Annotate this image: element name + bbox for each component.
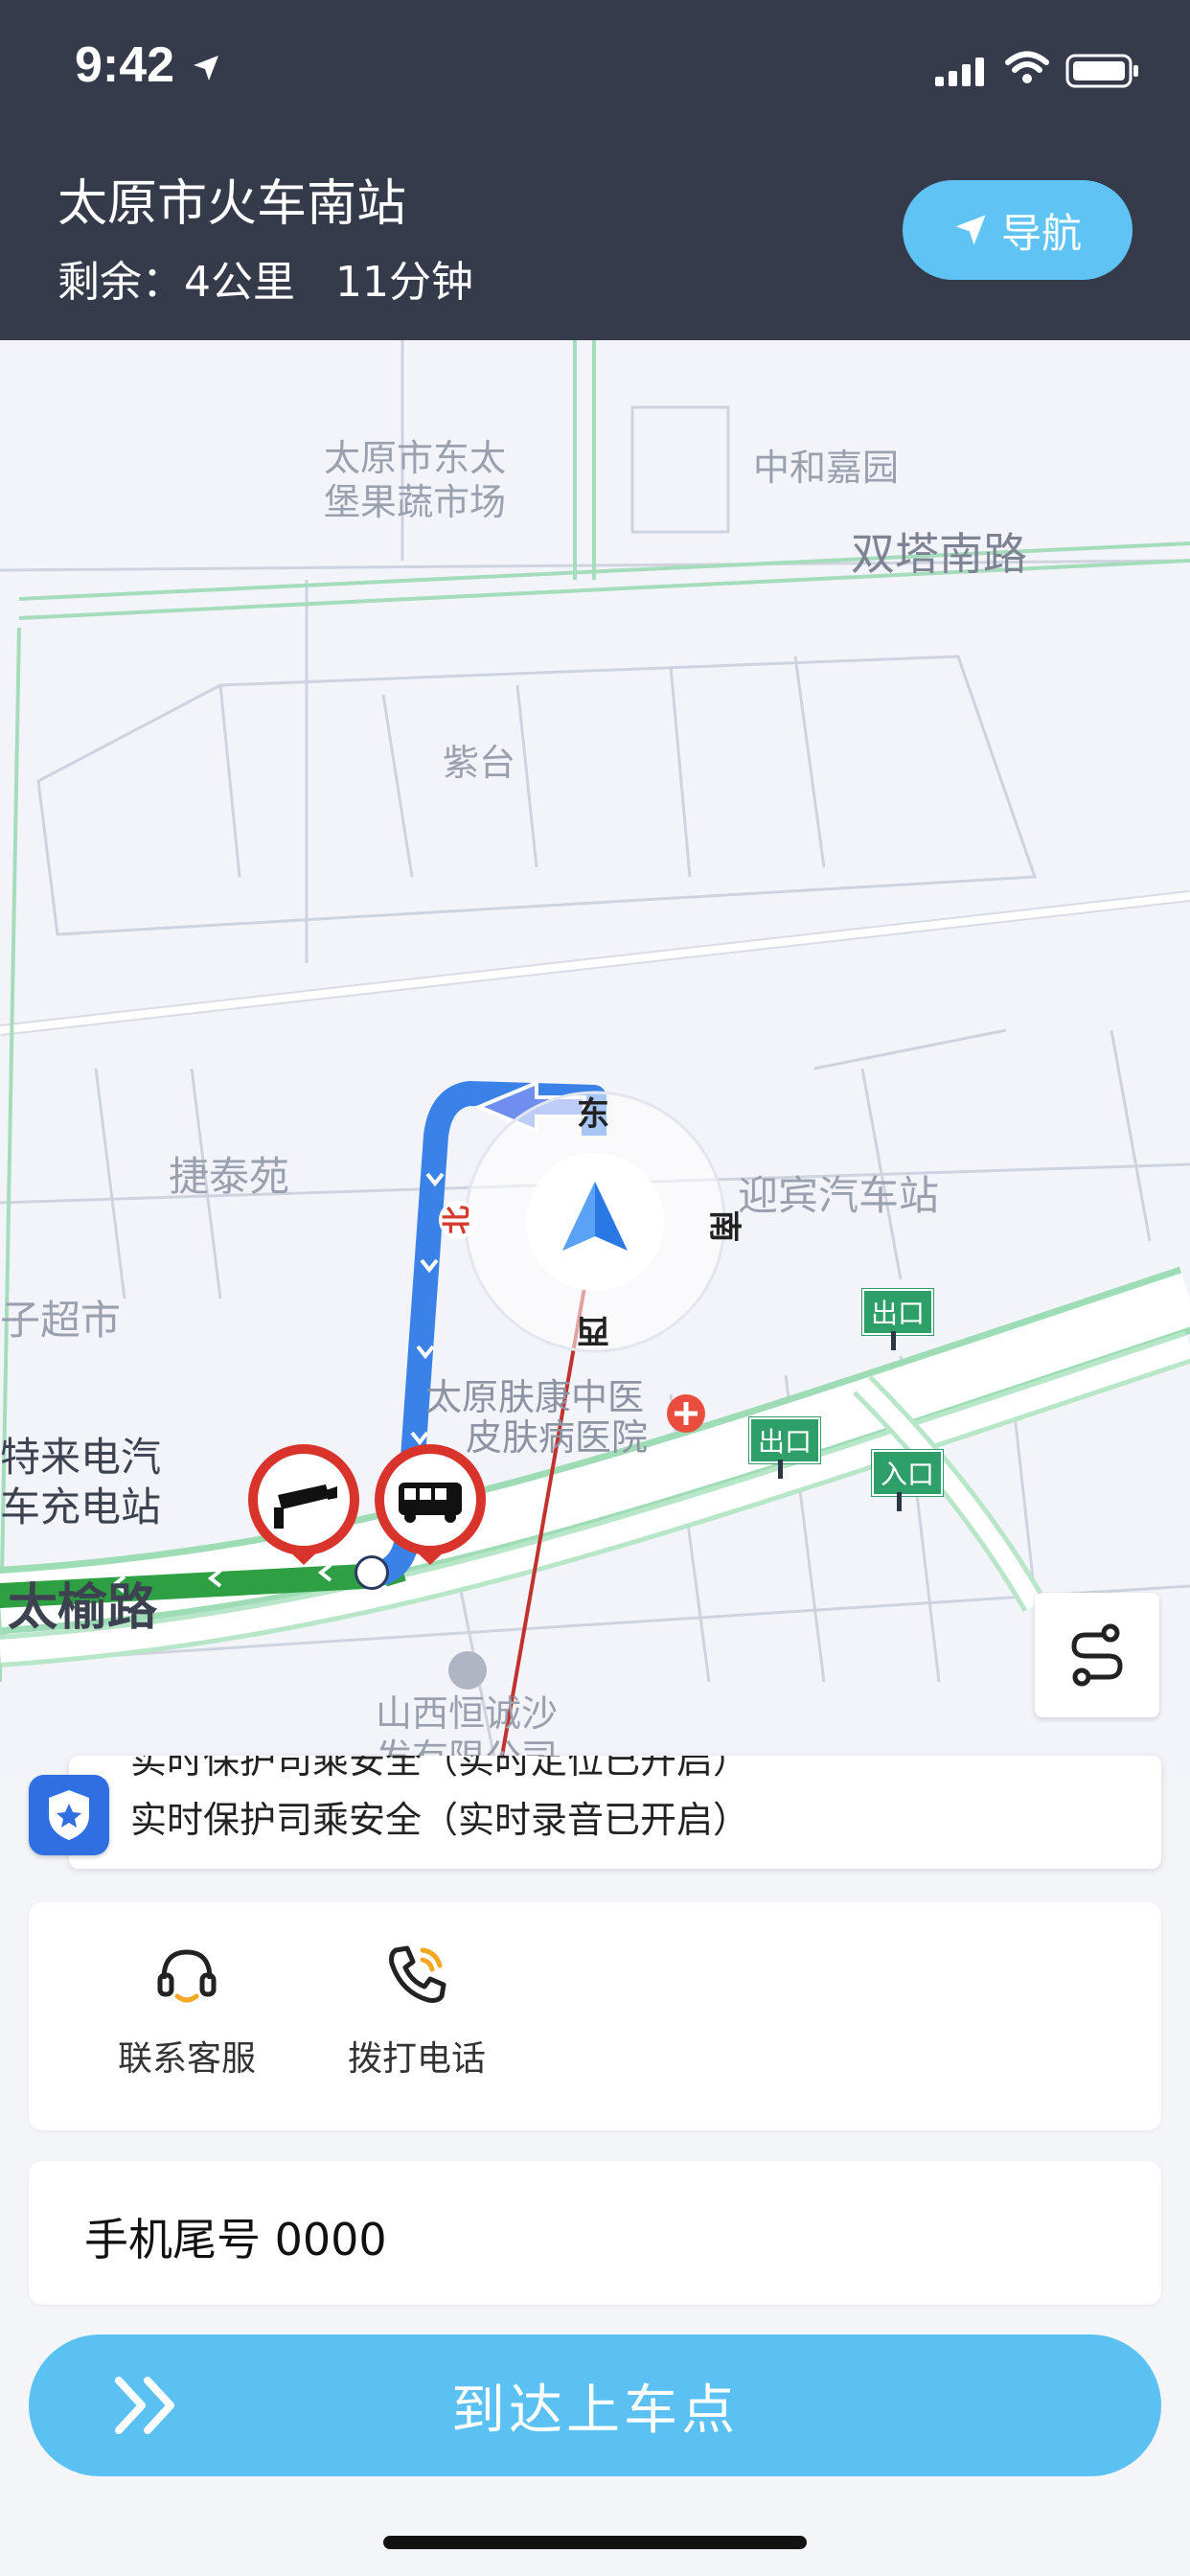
route-overview-button[interactable] bbox=[1035, 1593, 1159, 1717]
call-phone-label: 拨打电话 bbox=[347, 2039, 486, 2079]
entry-sign-pole bbox=[897, 1492, 902, 1511]
headset-icon bbox=[157, 1949, 217, 2003]
security-notice-banner[interactable]: 实时保护司乘安全（实时定位已开启） 实时保护司乘安全（实时录音已开启） bbox=[69, 1756, 1161, 1869]
navigate-arrow-icon bbox=[955, 215, 986, 245]
compass-south: 南 bbox=[704, 1209, 744, 1243]
entry-sign: 入口 bbox=[872, 1450, 944, 1496]
arrive-pickup-label: 到达上车点 bbox=[451, 2379, 739, 2442]
map-label-market: 太原市东太 堡果蔬市场 bbox=[324, 437, 507, 523]
contact-actions-panel: 联系客服 拨打电话 bbox=[29, 1902, 1161, 2130]
map-label-hospital-line2: 皮肤病医院 bbox=[466, 1416, 649, 1459]
phone-tail-text: 手机尾号 0000 bbox=[84, 2214, 387, 2266]
navigation-button-label: 导航 bbox=[1000, 209, 1082, 257]
bus-lane-icon bbox=[375, 1444, 486, 1565]
status-time: 9:42 bbox=[75, 37, 175, 93]
compass-east: 东 bbox=[577, 1095, 609, 1134]
remaining-distance-time: 剩余：4公里 11分钟 bbox=[57, 258, 473, 307]
route-overview-icon bbox=[1071, 1623, 1123, 1687]
phone-tail-panel: 手机尾号 0000 bbox=[29, 2161, 1161, 2305]
shield-star-icon bbox=[49, 1790, 89, 1840]
navigation-button[interactable]: 导航 bbox=[903, 180, 1133, 280]
map-label-zitai: 紫台 bbox=[443, 742, 516, 784]
map-view[interactable]: 太原市东太 堡果蔬市场 中和嘉园 双塔南路 紫台 捷泰苑 迎宾汽车站 太原肤康中… bbox=[0, 340, 1190, 1778]
map-label-zhonghe: 中和嘉园 bbox=[753, 447, 900, 489]
contact-service-label: 联系客服 bbox=[117, 2039, 256, 2079]
exit-sign: 出口 bbox=[749, 1417, 821, 1463]
safety-shield-icon[interactable] bbox=[29, 1775, 109, 1855]
exit-sign-pole bbox=[778, 1460, 783, 1479]
compass-north: 北 bbox=[439, 1201, 477, 1239]
battery-icon bbox=[1065, 54, 1138, 88]
map-label-jietai: 捷泰苑 bbox=[169, 1153, 290, 1200]
location-arrow-icon bbox=[194, 56, 218, 80]
map-label-shanxi: 山西恒诚沙 bbox=[376, 1692, 559, 1735]
exit-sign-pole bbox=[891, 1331, 896, 1350]
traffic-camera-icon bbox=[248, 1444, 359, 1565]
destination-title: 太原市火车南站 bbox=[57, 175, 407, 233]
map-label-hospital-line1: 太原肤康中医 bbox=[425, 1376, 645, 1418]
camera-point-marker bbox=[355, 1555, 389, 1590]
wifi-icon bbox=[1005, 51, 1049, 83]
call-phone-button[interactable]: 拨打电话 bbox=[311, 1941, 522, 2081]
security-notice-text: 实时保护司乘安全（实时录音已开启） bbox=[130, 1799, 750, 1841]
security-notice-previous: 实时保护司乘安全（实时定位已开启） bbox=[130, 1756, 750, 1782]
arrive-pickup-slider[interactable]: 到达上车点 bbox=[29, 2334, 1161, 2476]
exit-sign: 出口 bbox=[862, 1289, 934, 1335]
home-indicator[interactable] bbox=[383, 2536, 807, 2549]
contact-service-button[interactable]: 联系客服 bbox=[81, 1941, 292, 2081]
compass-west: 西 bbox=[577, 1311, 609, 1349]
signal-icon bbox=[935, 58, 984, 86]
phone-call-icon bbox=[389, 1945, 446, 2003]
map-label-charging-station: 特来电汽 车充电站 bbox=[0, 1434, 162, 1530]
map-label-yingbin-station: 迎宾汽车站 bbox=[738, 1172, 940, 1219]
map-label-taiyu-road: 太榆路 bbox=[8, 1579, 158, 1637]
map-label-shuangta-road: 双塔南路 bbox=[851, 528, 1027, 580]
map-label-supermarket: 子超市 bbox=[0, 1297, 122, 1344]
